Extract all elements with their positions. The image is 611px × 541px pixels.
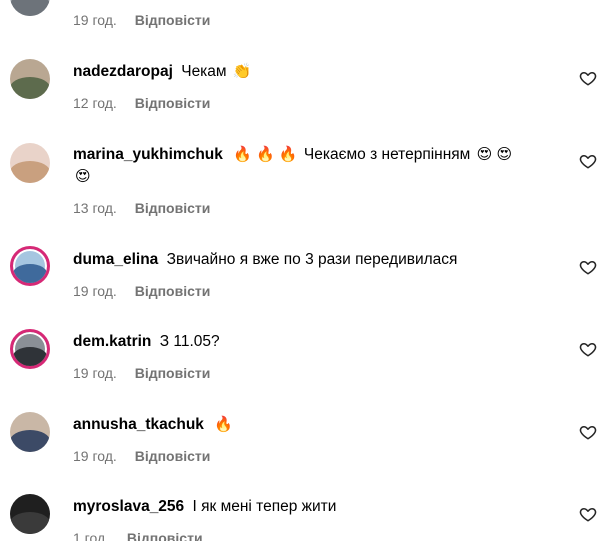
comment-text: duma_elina Звичайно я вже по 3 рази пере… xyxy=(73,249,571,271)
comment-text: dem.katrin З 11.05? xyxy=(73,331,571,353)
fire-icon: 🔥 🔥 🔥 xyxy=(233,146,298,163)
heart-icon[interactable] xyxy=(579,505,597,523)
avatar[interactable] xyxy=(10,59,50,99)
reply-link[interactable]: Відповісти xyxy=(135,95,211,111)
clapping-hands-icon: 👏 xyxy=(232,63,252,80)
comment-body: З 11.05? xyxy=(159,333,220,350)
comment-time: 19 год. xyxy=(73,448,117,464)
avatar[interactable] xyxy=(10,0,50,16)
comment-text: nadezdaropaj Чекам 👏 xyxy=(73,61,571,83)
comment-meta: 13 год. Відповісти xyxy=(73,200,210,216)
comment-body: Чекаємо з нетерпінням xyxy=(303,146,471,163)
reply-link[interactable]: Відповісти xyxy=(135,12,211,28)
avatar[interactable] xyxy=(10,412,50,452)
comment-text: annusha_tkachuk 🔥 xyxy=(73,414,571,436)
comment-meta: 19 год. Відповісти xyxy=(73,12,210,28)
avatar[interactable] xyxy=(10,494,50,534)
comment-username[interactable]: marina_yukhimchuk xyxy=(73,146,223,163)
heart-eyes-icon: 😍 😍 xyxy=(476,146,513,163)
reply-link[interactable]: Відповісти xyxy=(135,365,211,381)
comment-body: Звичайно я вже по 3 рази передивилася xyxy=(166,251,458,268)
reply-link[interactable]: Відповісти xyxy=(135,448,211,464)
comment-time: 12 год. xyxy=(73,95,117,111)
comment-meta: 1 год. Відповісти xyxy=(73,530,203,541)
avatar[interactable] xyxy=(10,329,50,369)
heart-icon[interactable] xyxy=(579,152,597,170)
heart-eyes-icon: 😍 xyxy=(75,168,91,185)
comment-username[interactable]: dem.katrin xyxy=(73,333,151,350)
comment-time: 19 год. xyxy=(73,283,117,299)
comment-username[interactable]: nadezdaropaj xyxy=(73,63,173,80)
comment-text: myroslava_256 І як мені тепер жити xyxy=(73,496,571,518)
comment-text: marina_yukhimchuk 🔥 🔥 🔥 Чекаємо з нетерп… xyxy=(73,144,571,166)
heart-icon[interactable] xyxy=(579,340,597,358)
comment-body: Чекам xyxy=(181,63,227,80)
comment-username[interactable]: duma_elina xyxy=(73,251,158,268)
comment-meta: 19 год. Відповісти xyxy=(73,448,210,464)
comment-meta: 19 год. Відповісти xyxy=(73,365,210,381)
reply-link[interactable]: Відповісти xyxy=(135,283,211,299)
heart-icon[interactable] xyxy=(579,69,597,87)
comment-time: 13 год. xyxy=(73,200,117,216)
comment-username[interactable]: myroslava_256 xyxy=(73,498,184,515)
comment-time: 19 год. xyxy=(73,365,117,381)
comment-meta: 19 год. Відповісти xyxy=(73,283,210,299)
avatar[interactable] xyxy=(10,143,50,183)
reply-link[interactable]: Відповісти xyxy=(135,200,211,216)
comment-text-line-2: 😍 xyxy=(73,166,571,188)
comment-meta: 12 год. Відповісти xyxy=(73,95,210,111)
comment-time: 19 год. xyxy=(73,12,117,28)
heart-icon[interactable] xyxy=(579,423,597,441)
comment-body: І як мені тепер жити xyxy=(192,498,337,515)
comments-list: 19 год. Відповісти nadezdaropaj Чекам 👏 … xyxy=(0,0,611,541)
fire-icon: 🔥 xyxy=(214,416,233,433)
reply-link[interactable]: Відповісти xyxy=(127,530,203,541)
avatar[interactable] xyxy=(10,246,50,286)
comment-username[interactable]: annusha_tkachuk xyxy=(73,416,204,433)
comment-time: 1 год. xyxy=(73,530,110,541)
heart-icon[interactable] xyxy=(579,258,597,276)
